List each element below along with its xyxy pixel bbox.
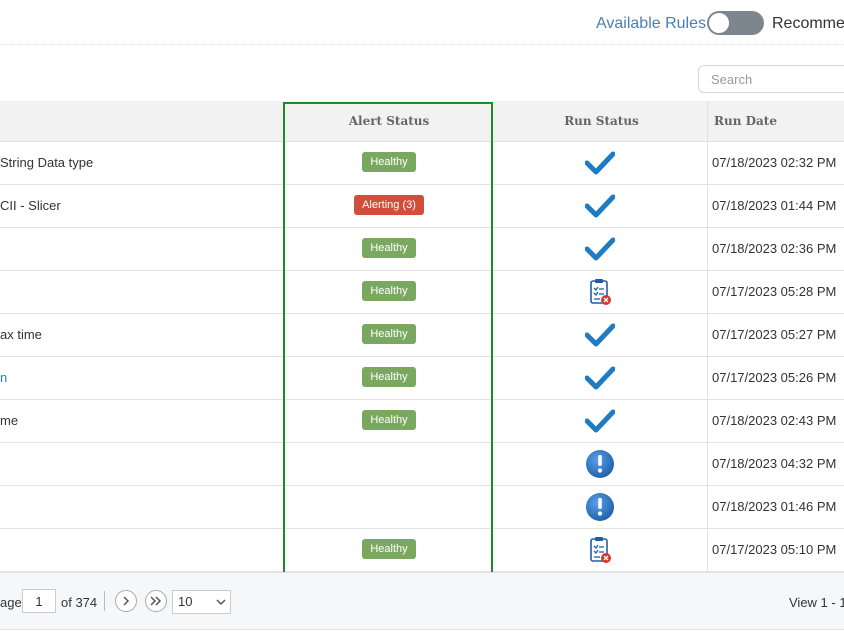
available-rules-label[interactable]: Available Rules <box>596 15 706 33</box>
alert-status-cell: Alerting (3) <box>282 185 496 227</box>
check-icon <box>585 151 615 175</box>
alert-status-badge: Healthy <box>362 324 416 344</box>
table-header: Alert Status Run Status Run Date <box>0 101 844 142</box>
chevron-down-icon <box>216 599 226 606</box>
alert-status-badge: Alerting (3) <box>354 195 424 215</box>
alert-status-cell <box>282 486 496 528</box>
table-row[interactable]: String Data type Healthy 07/18/2023 02:32 … <box>0 142 844 185</box>
pager: age of 374 10 View 1 - 1 <box>0 572 844 630</box>
toggle-knob <box>709 13 729 33</box>
clipboard-error-icon <box>590 537 611 563</box>
table-row[interactable]: ax time Healthy 07/17/2023 05:27 PM <box>0 314 844 357</box>
pager-separator <box>104 591 105 611</box>
rule-name: ax time <box>0 327 42 342</box>
run-date: 07/17/2023 05:27 PM <box>712 327 837 342</box>
alert-status-cell: Healthy <box>282 529 496 571</box>
recommend-label: Recommen <box>772 15 844 32</box>
table-row[interactable]: Healthy 07/17/2023 05:28 PM <box>0 271 844 314</box>
column-header-run-date[interactable]: Run Date <box>714 101 777 141</box>
rows-per-page-select[interactable]: 10 <box>172 590 231 614</box>
table-row[interactable]: 07/18/2023 01:46 PM <box>0 486 844 529</box>
run-date: 07/17/2023 05:26 PM <box>712 370 837 385</box>
page-count-label: of 374 <box>61 595 98 610</box>
available-rules-toggle[interactable] <box>707 11 764 35</box>
run-status-cell <box>496 271 707 313</box>
run-date: 07/18/2023 02:43 PM <box>712 413 837 428</box>
search-input[interactable] <box>698 65 844 93</box>
run-status-cell <box>496 529 707 571</box>
run-date: 07/18/2023 01:46 PM <box>712 499 837 514</box>
alert-status-cell: Healthy <box>282 142 496 184</box>
run-date: 07/17/2023 05:10 PM <box>712 542 837 557</box>
clipboard-error-icon <box>590 279 611 305</box>
table-row[interactable]: Healthy 07/17/2023 05:10 PM <box>0 529 844 572</box>
table-row[interactable]: CII - Slicer Alerting (3) 07/18/2023 01:44… <box>0 185 844 228</box>
rule-name: CII - Slicer <box>0 198 61 213</box>
run-date: 07/17/2023 05:28 PM <box>712 284 837 299</box>
rule-name: me <box>0 413 19 428</box>
last-page-button[interactable] <box>145 590 167 612</box>
alert-status-badge: Healthy <box>362 152 416 172</box>
table-row[interactable]: n Healthy 07/17/2023 05:26 PM <box>0 357 844 400</box>
run-date: 07/18/2023 04:32 PM <box>712 456 837 471</box>
check-icon <box>585 409 615 433</box>
run-status-cell <box>496 314 707 356</box>
check-icon <box>585 323 615 347</box>
next-page-button[interactable] <box>115 590 137 612</box>
check-icon <box>585 194 615 218</box>
alert-status-badge: Healthy <box>362 281 416 301</box>
alert-status-cell: Healthy <box>282 228 496 270</box>
alert-status-badge: Healthy <box>362 539 416 559</box>
chevron-right-icon <box>123 596 130 606</box>
run-date: 07/18/2023 02:36 PM <box>712 241 837 256</box>
rows-per-page-value: 10 <box>178 594 193 609</box>
run-date: 07/18/2023 02:32 PM <box>712 155 837 170</box>
run-date: 07/18/2023 01:44 PM <box>712 198 837 213</box>
alert-status-badge: Healthy <box>362 238 416 258</box>
alert-status-badge: Healthy <box>362 367 416 387</box>
exclamation-icon <box>586 450 614 478</box>
alert-status-badge: Healthy <box>362 410 416 430</box>
check-icon <box>585 366 615 390</box>
run-status-cell <box>496 443 707 485</box>
table-row[interactable]: me Healthy 07/18/2023 02:43 PM <box>0 400 844 443</box>
table-row[interactable]: 07/18/2023 04:32 PM <box>0 443 844 486</box>
check-icon <box>585 237 615 261</box>
rule-name: String Data type <box>0 155 94 170</box>
alert-status-cell: Healthy <box>282 400 496 442</box>
alert-status-cell: Healthy <box>282 271 496 313</box>
view-range-label: View 1 - 1 <box>789 595 844 610</box>
run-status-cell <box>496 357 707 399</box>
page-number-input[interactable] <box>22 589 56 613</box>
run-status-cell <box>496 228 707 270</box>
column-header-run-status[interactable]: Run Status <box>496 101 707 141</box>
alert-status-cell: Healthy <box>282 357 496 399</box>
exclamation-icon <box>586 493 614 521</box>
alert-status-cell: Healthy <box>282 314 496 356</box>
top-bar: Available Rules Recommen <box>0 0 844 45</box>
double-chevron-right-icon <box>150 596 162 606</box>
column-header-alert-status[interactable]: Alert Status <box>282 101 496 141</box>
page-label: age <box>0 595 22 610</box>
run-status-cell <box>496 486 707 528</box>
run-status-cell <box>496 142 707 184</box>
alert-status-cell <box>282 443 496 485</box>
rule-name[interactable]: n <box>0 370 7 385</box>
table-row[interactable]: Healthy 07/18/2023 02:36 PM <box>0 228 844 271</box>
run-status-cell <box>496 400 707 442</box>
run-status-cell <box>496 185 707 227</box>
